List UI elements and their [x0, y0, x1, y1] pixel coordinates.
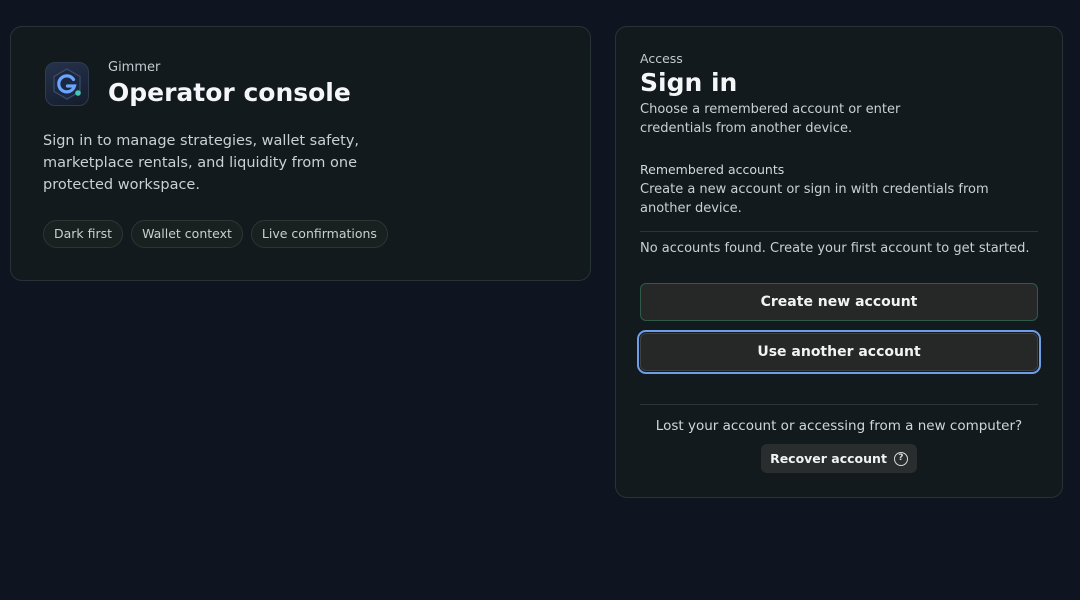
use-another-account-button[interactable]: Use another account [637, 330, 1041, 374]
brand-description: Sign in to manage strategies, wallet saf… [43, 133, 360, 193]
chip-wallet-context: Wallet context [131, 220, 243, 248]
divider [640, 404, 1038, 405]
remembered-accounts-description: Create a new account or sign in with cre… [640, 182, 989, 216]
brand-card: Gimmer Operator console Sign in to manag… [10, 26, 591, 281]
gimmer-logo-icon [45, 62, 89, 106]
access-eyebrow: Access [640, 51, 683, 66]
recover-account-button[interactable]: Recover account ? [761, 444, 917, 473]
signin-card: Access Sign in Choose a remembered accou… [615, 26, 1063, 498]
chip-dark-first: Dark first [43, 220, 124, 248]
page-title: Operator console [108, 78, 351, 107]
brand-header: Gimmer Operator console [45, 60, 351, 108]
remembered-accounts-label: Remembered accounts [640, 162, 785, 177]
chip-live-confirmations: Live confirmations [250, 220, 388, 248]
question-circle-icon: ? [893, 451, 908, 466]
signin-title: Sign in [640, 68, 738, 97]
divider [640, 231, 1038, 232]
lost-account-message: Lost your account or accessing from a ne… [655, 418, 1023, 434]
signin-description: Choose a remembered account or enter cre… [640, 102, 901, 136]
create-account-button[interactable]: Create new account [640, 283, 1038, 321]
feature-chips: Dark first Wallet context Live confirmat… [43, 220, 388, 248]
brand-name: Gimmer [108, 60, 161, 75]
recover-account-label: Recover account [770, 451, 887, 466]
empty-accounts-message: No accounts found. Create your first acc… [640, 241, 1030, 256]
